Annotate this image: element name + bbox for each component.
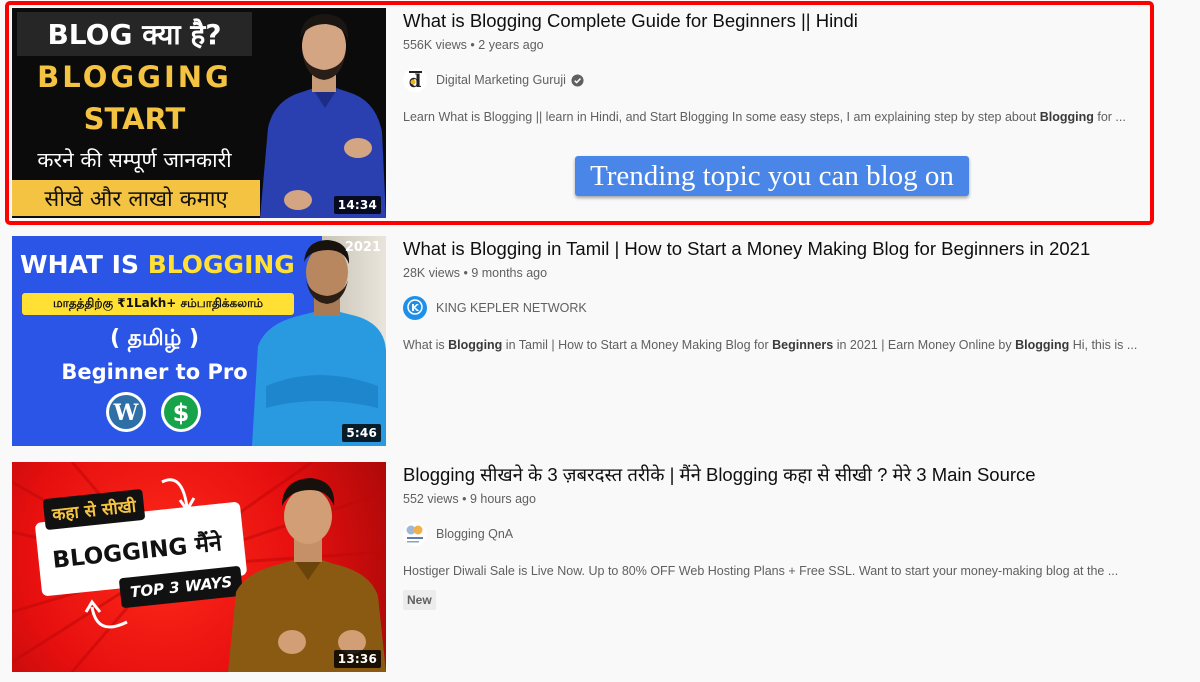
- channel-logo-d-icon: d: [409, 71, 422, 92]
- channel-row[interactable]: Blogging QnA: [403, 522, 1148, 546]
- video-thumbnail[interactable]: कहा से सीखी BLOGGING मैंने TOP 3 WAYS 13…: [12, 462, 386, 672]
- thumbnail-text: BLOGGING: [37, 60, 232, 94]
- upload-age: 2 years ago: [478, 38, 544, 52]
- new-badge: New: [403, 590, 436, 610]
- channel-avatar[interactable]: d: [403, 68, 427, 92]
- video-info: What is Blogging Complete Guide for Begi…: [403, 8, 1148, 126]
- thumbnail-text: सीखे और लाखो कमाए: [12, 180, 260, 216]
- video-thumbnail[interactable]: BLOG क्या है? BLOGGING START करने की सम्…: [12, 8, 386, 218]
- thumbnail-text: BLOG क्या है?: [17, 12, 252, 56]
- verified-badge-icon: [571, 73, 584, 87]
- thumbnail-text-white: WHAT IS: [20, 250, 148, 279]
- channel-name[interactable]: Blogging QnA: [436, 527, 513, 541]
- thumbnail-text: करने की सम्पूर्ण जानकारी: [37, 148, 232, 172]
- video-result[interactable]: WHAT IS BLOGGING மாதத்திற்கு ₹1Lakh+ சம்…: [12, 236, 1152, 446]
- channel-name[interactable]: KING KEPLER NETWORK: [436, 301, 587, 315]
- description-text: in 2021 | Earn Money Online by: [833, 338, 1016, 352]
- wordpress-logo-icon: W: [106, 392, 146, 432]
- video-meta: 552 views • 9 hours ago: [403, 490, 1148, 508]
- video-result[interactable]: कहा से सीखी BLOGGING मैंने TOP 3 WAYS 13…: [12, 462, 1152, 672]
- video-description: Learn What is Blogging || learn in Hindi…: [403, 108, 1138, 126]
- view-count: 28K views: [403, 266, 460, 280]
- description-text: What is: [403, 338, 449, 352]
- description-highlight: Blogging: [1015, 338, 1070, 352]
- thumbnail-year: 2021: [344, 240, 381, 255]
- svg-text:W: W: [113, 400, 139, 426]
- upload-age: 9 hours ago: [469, 492, 536, 506]
- video-description: Hostiger Diwali Sale is Live Now. Up to …: [403, 562, 1138, 580]
- dollar-logo-icon: $: [161, 392, 201, 432]
- description-text: Hostiger Diwali Sale is Live Now. Up to …: [403, 564, 1119, 578]
- video-title[interactable]: What is Blogging in Tamil | How to Start…: [403, 236, 1148, 262]
- description-text: Learn What is Blogging || learn in Hindi…: [403, 110, 1040, 124]
- description-text: in Tamil | How to Start a Money Making B…: [502, 338, 773, 352]
- channel-row[interactable]: d Digital Marketing Guruji: [403, 68, 1148, 92]
- channel-logo-k-icon: K: [407, 299, 423, 315]
- video-info: Blogging सीखने के 3 ज़बरदस्त तरीके | मैं…: [403, 462, 1148, 610]
- video-thumbnail[interactable]: WHAT IS BLOGGING மாதத்திற்கு ₹1Lakh+ சம்…: [12, 236, 386, 446]
- description-highlight: Beginners: [772, 338, 834, 352]
- presenter-figure: [260, 14, 386, 218]
- description-text: for ...: [1093, 110, 1126, 124]
- description-text: Hi, this is ...: [1069, 338, 1138, 352]
- description-highlight: Blogging: [1039, 110, 1094, 124]
- video-meta: 28K views • 9 months ago: [403, 264, 1148, 282]
- video-duration: 14:34: [333, 196, 381, 214]
- video-duration: 5:46: [342, 424, 381, 442]
- channel-avatar[interactable]: [403, 522, 427, 546]
- svg-text:$: $: [173, 399, 190, 427]
- trending-topic-callout: Trending topic you can blog on: [575, 156, 969, 196]
- channel-logo-qna-icon: [406, 525, 423, 543]
- view-count: 556K views: [403, 38, 467, 52]
- video-duration: 13:36: [333, 650, 381, 668]
- channel-row[interactable]: K KING KEPLER NETWORK: [403, 296, 1148, 320]
- meta-separator: •: [462, 492, 470, 506]
- presenter-figure: [252, 240, 386, 446]
- channel-avatar[interactable]: K: [403, 296, 427, 320]
- upload-age: 9 months ago: [471, 266, 548, 280]
- view-count: 552 views: [403, 492, 459, 506]
- video-meta: 556K views • 2 years ago: [403, 36, 1148, 54]
- thumbnail-text: START: [83, 102, 186, 136]
- video-info: What is Blogging in Tamil | How to Start…: [403, 236, 1148, 354]
- svg-text:K: K: [411, 303, 420, 314]
- presenter-figure: [228, 478, 386, 672]
- channel-name[interactable]: Digital Marketing Guruji: [436, 73, 566, 87]
- video-title[interactable]: What is Blogging Complete Guide for Begi…: [403, 8, 1148, 34]
- video-title[interactable]: Blogging सीखने के 3 ज़बरदस्त तरीके | मैं…: [403, 462, 1148, 488]
- description-highlight: Blogging: [448, 338, 503, 352]
- video-description: What is Blogging in Tamil | How to Start…: [403, 336, 1138, 354]
